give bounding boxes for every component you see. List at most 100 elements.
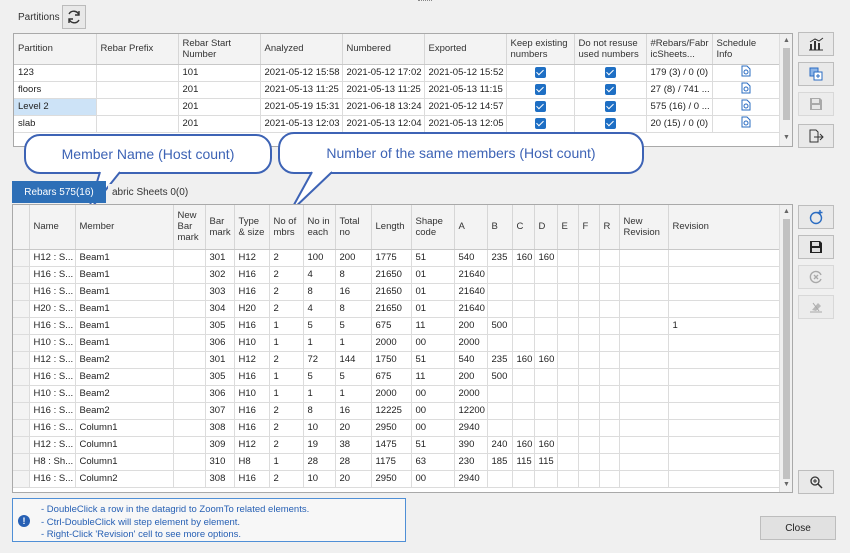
table-cell[interactable]: 1 (335, 334, 372, 352)
table-cell[interactable] (512, 334, 535, 352)
row-header[interactable] (13, 266, 30, 284)
table-cell[interactable] (534, 368, 558, 386)
table-cell[interactable] (619, 266, 669, 284)
table-cell[interactable] (578, 453, 600, 471)
table-cell[interactable]: H10 : S... (29, 385, 76, 403)
table-row[interactable]: H16 : S... Beam1 303 H16 2 8 16 21650 01 21640 (13, 283, 780, 301)
table-cell[interactable] (487, 419, 513, 437)
row-header[interactable] (13, 283, 30, 301)
table-cell[interactable] (487, 283, 513, 301)
scroll-up-arrow[interactable]: ▲ (783, 37, 790, 44)
table-cell[interactable]: 306 (205, 334, 235, 352)
table-cell[interactable] (668, 436, 780, 454)
table-cell[interactable] (534, 385, 558, 403)
tab-fabric-sheets[interactable]: abric Sheets 0(0) (108, 184, 193, 202)
table-cell[interactable]: 115 (512, 453, 535, 471)
table-cell[interactable] (173, 351, 206, 369)
table-cell[interactable] (599, 351, 620, 369)
table-cell[interactable]: 16 (335, 283, 372, 301)
table-cell[interactable]: H12 (234, 249, 270, 267)
table-cell[interactable] (619, 283, 669, 301)
schedule-info-icon[interactable] (741, 116, 751, 128)
clear-rebar-button[interactable] (798, 265, 834, 289)
keep-existing-checkbox[interactable] (534, 66, 546, 78)
row-header[interactable] (13, 453, 30, 471)
table-cell[interactable]: 230 (454, 453, 488, 471)
table-cell[interactable]: 2 (269, 419, 304, 437)
col-analyzed[interactable]: Analyzed (260, 34, 343, 65)
col-e[interactable]: E (557, 205, 579, 250)
table-cell[interactable]: 21650 (371, 300, 412, 318)
table-cell[interactable]: 2 (269, 402, 304, 420)
table-row[interactable]: H16 : S... Beam2 307 H16 2 8 16 12225 00 12200 (13, 402, 780, 420)
table-cell[interactable] (619, 419, 669, 437)
table-cell[interactable]: 1 (269, 368, 304, 386)
col-numbered[interactable]: Numbered (342, 34, 425, 65)
col-schedule-info[interactable]: Schedule Info (712, 34, 780, 65)
table-cell[interactable]: 72 (303, 351, 336, 369)
table-cell[interactable]: 200 (454, 368, 488, 386)
table-cell[interactable]: H10 (234, 385, 270, 403)
schedule-info-icon[interactable] (741, 99, 751, 111)
table-cell[interactable] (173, 283, 206, 301)
table-cell[interactable]: Beam2 (75, 402, 174, 420)
table-cell[interactable] (599, 249, 620, 267)
table-cell[interactable]: H16 : S... (29, 470, 76, 488)
table-cell[interactable] (619, 402, 669, 420)
table-cell[interactable] (599, 436, 620, 454)
col-partition[interactable]: Partition (14, 34, 97, 65)
table-cell[interactable] (668, 385, 780, 403)
table-row[interactable]: H12 : S... Beam1 301 H12 2 100 200 1775 51 540 235… (13, 249, 780, 267)
table-cell[interactable]: 20 (335, 419, 372, 437)
table-cell[interactable]: 100 (303, 249, 336, 267)
table-cell[interactable]: 1 (303, 385, 336, 403)
table-cell[interactable]: 4 (303, 300, 336, 318)
row-header[interactable] (13, 368, 30, 386)
table-cell[interactable] (173, 249, 206, 267)
table-cell[interactable] (534, 470, 558, 488)
keep-existing-checkbox[interactable] (534, 117, 546, 129)
table-cell[interactable]: 160 (534, 351, 558, 369)
table-cell[interactable] (668, 453, 780, 471)
table-cell[interactable] (173, 266, 206, 284)
table-cell[interactable]: H16 : S... (29, 368, 76, 386)
table-cell[interactable] (578, 368, 600, 386)
table-cell[interactable] (619, 453, 669, 471)
table-cell[interactable] (578, 436, 600, 454)
table-cell[interactable]: 500 (487, 368, 513, 386)
col-f[interactable]: F (578, 205, 600, 250)
table-cell[interactable] (599, 283, 620, 301)
col-name[interactable]: Name (29, 205, 76, 250)
table-cell[interactable]: 20 (335, 470, 372, 488)
table-cell[interactable] (512, 385, 535, 403)
table-cell[interactable] (578, 334, 600, 352)
table-cell[interactable] (512, 419, 535, 437)
tab-rebars[interactable]: Rebars 575(16) (12, 181, 106, 203)
table-cell[interactable]: 235 (487, 249, 513, 267)
table-cell[interactable]: 200 (335, 249, 372, 267)
table-cell[interactable]: 01 (411, 300, 455, 318)
partition-row[interactable]: floors 201 2021-05-13 11:25 2021-05-13 1… (14, 81, 780, 99)
table-cell[interactable]: 51 (411, 436, 455, 454)
table-cell[interactable]: H20 (234, 300, 270, 318)
table-cell[interactable]: 4 (303, 266, 336, 284)
table-cell[interactable] (668, 470, 780, 488)
cell-partition[interactable]: slab (14, 115, 97, 133)
zoom-button[interactable] (798, 470, 834, 494)
table-cell[interactable]: 21640 (454, 266, 488, 284)
scroll-up-arrow[interactable]: ▲ (783, 208, 790, 215)
table-cell[interactable]: 160 (512, 436, 535, 454)
table-cell[interactable] (619, 436, 669, 454)
table-cell[interactable] (599, 300, 620, 318)
col-revision[interactable]: Revision (668, 205, 780, 250)
table-cell[interactable]: H8 : Sh... (29, 453, 76, 471)
table-cell[interactable] (619, 351, 669, 369)
col-no-of-mbrs[interactable]: No of mbrs (269, 205, 304, 250)
row-header[interactable] (13, 470, 30, 488)
row-header[interactable] (13, 436, 30, 454)
table-cell[interactable] (619, 385, 669, 403)
no-reuse-checkbox[interactable] (604, 117, 616, 129)
table-cell[interactable]: 235 (487, 351, 513, 369)
table-cell[interactable]: 2000 (454, 334, 488, 352)
table-cell[interactable] (668, 368, 780, 386)
